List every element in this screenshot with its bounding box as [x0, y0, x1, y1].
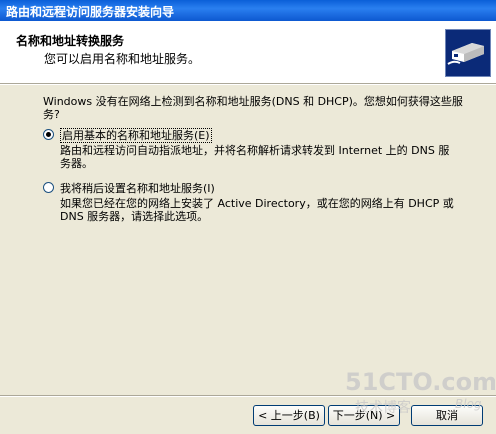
page-subtitle: 您可以启用名称和地址服务。 [44, 52, 201, 66]
radio-setup-later[interactable] [43, 182, 54, 193]
question-text: Windows 没有在网络上检测到名称和地址服务(DNS 和 DHCP)。您想如… [43, 95, 463, 121]
option-label: 启用基本的名称和地址服务(E) [60, 128, 212, 143]
footer-divider [0, 395, 496, 397]
header-divider [0, 83, 496, 85]
option-description: 路由和远程访问自动指派地址，并将名称解析请求转发到 Internet 上的 DN… [60, 144, 450, 170]
wizard-header: 名称和地址转换服务 您可以启用名称和地址服务。 [0, 21, 496, 83]
title-bar: 路由和远程访问服务器安装向导 [0, 0, 496, 21]
option-setup-later[interactable]: 我将稍后设置名称和地址服务(I) 如果您已经在您的网络上安装了 Active D… [43, 180, 473, 226]
next-button[interactable]: 下一步(N) > [328, 405, 400, 426]
watermark-site: 51CTO.com [345, 368, 495, 396]
cancel-button[interactable]: 取消 [411, 405, 483, 426]
radio-enable-basic[interactable] [43, 129, 54, 140]
wizard-content: Windows 没有在网络上检测到名称和地址服务(DNS 和 DHCP)。您想如… [43, 95, 463, 121]
option-description: 如果您已经在您的网络上安装了 Active Directory，或在您的网络上有… [60, 197, 454, 223]
network-cable-icon [445, 29, 491, 77]
back-button[interactable]: < 上一步(B) [253, 405, 325, 426]
window-title: 路由和远程访问服务器安装向导 [6, 5, 175, 19]
page-title: 名称和地址转换服务 [16, 34, 125, 48]
option-enable-basic[interactable]: 启用基本的名称和地址服务(E) 路由和远程访问自动指派地址，并将名称解析请求转发… [43, 127, 473, 173]
option-label: 我将稍后设置名称和地址服务(I) [60, 182, 215, 195]
